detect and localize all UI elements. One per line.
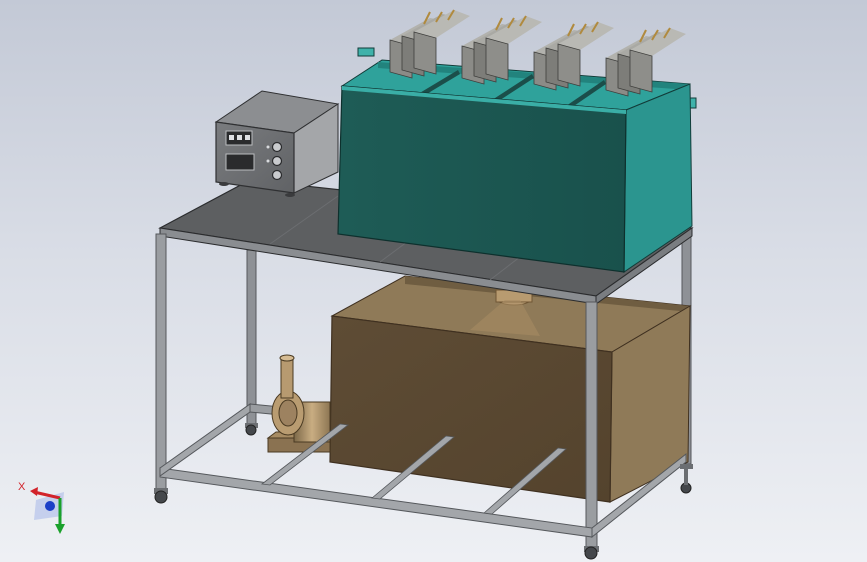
sump-tank[interactable] bbox=[329, 275, 692, 503]
knob-3[interactable] bbox=[271, 169, 283, 181]
knob-2[interactable] bbox=[271, 155, 283, 167]
display-lower bbox=[225, 153, 255, 171]
orientation-triad[interactable]: X bbox=[14, 478, 74, 544]
assembly-model[interactable] bbox=[0, 0, 867, 562]
caster-back-right bbox=[680, 464, 693, 494]
z-axis-arrow bbox=[45, 501, 55, 511]
cad-viewport[interactable]: X bbox=[0, 0, 867, 562]
caster-back-left bbox=[245, 423, 258, 436]
knob-1[interactable] bbox=[271, 141, 283, 153]
x-axis-label: X bbox=[18, 481, 26, 493]
caster-front-right bbox=[584, 546, 599, 560]
reaction-tank[interactable] bbox=[337, 9, 697, 273]
caster-front-left bbox=[154, 488, 168, 504]
control-box[interactable] bbox=[214, 90, 340, 197]
